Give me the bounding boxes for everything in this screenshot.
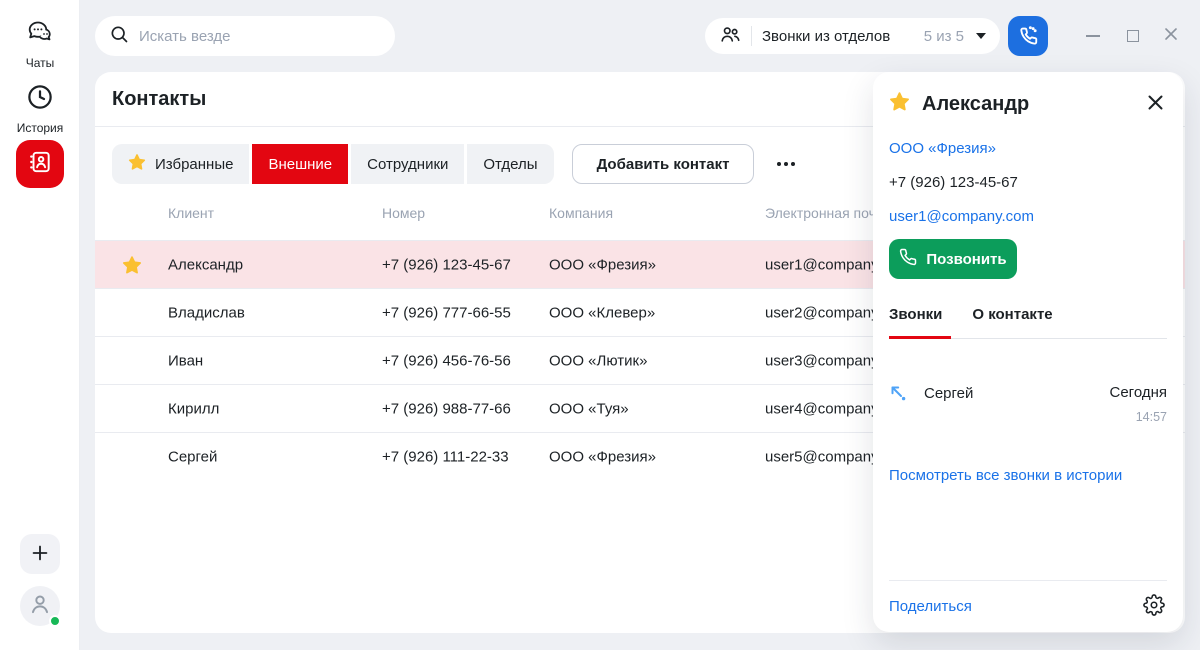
- contact-company-link[interactable]: ООО «Фрезия»: [889, 140, 1167, 157]
- gear-icon: [1143, 594, 1165, 619]
- sidebar: Чаты История: [0, 0, 80, 650]
- divider: [751, 26, 752, 46]
- column-header-company: Компания: [549, 205, 613, 221]
- chevron-down-icon: [976, 33, 986, 39]
- panel-close-button[interactable]: [1143, 92, 1167, 116]
- page-title: Контакты: [112, 88, 206, 111]
- filter-tab-group: Избранные Внешние Сотрудники Отделы: [112, 144, 554, 184]
- contact-phone: +7 (926) 123-45-67: [889, 174, 1167, 191]
- star-icon: [122, 255, 142, 275]
- cell-company: ООО «Туя»: [549, 400, 629, 417]
- cell-client: Сергей: [168, 448, 217, 465]
- tab-label: Внешние: [268, 156, 332, 173]
- sidebar-item-label: Чаты: [26, 56, 55, 70]
- minimize-icon: [1086, 35, 1100, 37]
- column-header-email: Электронная почта: [765, 205, 890, 221]
- new-call-button[interactable]: [1008, 16, 1048, 56]
- dropdown-selected-label: Звонки из отделов: [762, 28, 890, 45]
- contact-book-icon: [27, 149, 53, 180]
- calls-source-dropdown[interactable]: Звонки из отделов 5 из 5: [705, 18, 1000, 54]
- tab-external[interactable]: Внешние: [252, 144, 348, 184]
- sidebar-item-label: История: [17, 121, 64, 135]
- sidebar-item-contacts-active[interactable]: [16, 140, 64, 188]
- tab-departments[interactable]: Отделы: [467, 144, 553, 184]
- tab-label: Избранные: [155, 156, 233, 173]
- cell-number: +7 (926) 988-77-66: [382, 400, 511, 417]
- cell-company: ООО «Фрезия»: [549, 256, 656, 273]
- star-icon[interactable]: [889, 91, 910, 117]
- tab-favorites[interactable]: Избранные: [112, 144, 249, 184]
- cell-company: ООО «Клевер»: [549, 304, 655, 321]
- tab-employees[interactable]: Сотрудники: [351, 144, 464, 184]
- online-status-dot: [49, 615, 61, 627]
- star-icon: [128, 153, 146, 175]
- tab-label: Отделы: [483, 156, 537, 173]
- contact-detail-header: Александр: [889, 91, 1167, 117]
- sidebar-item-chats[interactable]: Чаты: [0, 17, 80, 70]
- more-options-button[interactable]: [768, 144, 804, 184]
- contact-name: Александр: [922, 93, 1029, 116]
- cell-number: +7 (926) 777-66-55: [382, 304, 511, 321]
- maximize-button[interactable]: [1124, 28, 1142, 44]
- panel-tabs: Звонки О контакте: [889, 306, 1167, 323]
- cell-number: +7 (926) 111-22-33: [382, 448, 509, 465]
- cell-client: Кирилл: [168, 400, 219, 417]
- contact-email-link[interactable]: user1@company.com: [889, 208, 1167, 225]
- maximize-icon: [1127, 30, 1139, 42]
- cell-company: ООО «Фрезия»: [549, 448, 656, 465]
- minimize-button[interactable]: [1084, 28, 1102, 44]
- cell-client: Владислав: [168, 304, 245, 321]
- active-tab-indicator: [889, 336, 951, 339]
- view-all-calls-link[interactable]: Посмотреть все звонки в истории: [889, 467, 1167, 484]
- contact-detail-panel: Александр ООО «Фрезия» +7 (926) 123-45-6…: [873, 72, 1183, 632]
- add-button[interactable]: [20, 534, 60, 574]
- call-button-label: Позвонить: [926, 251, 1006, 268]
- call-time: 14:57: [1110, 410, 1168, 424]
- ellipsis-icon: [777, 162, 781, 166]
- call-button[interactable]: Позвонить: [889, 239, 1017, 279]
- search-input[interactable]: [139, 28, 381, 45]
- column-header-number: Номер: [382, 205, 425, 221]
- tab-about-contact[interactable]: О контакте: [972, 306, 1052, 323]
- share-link[interactable]: Поделиться: [889, 598, 972, 615]
- phone-icon: [899, 248, 917, 270]
- call-log-item[interactable]: Сергей Сегодня 14:57: [889, 384, 1167, 424]
- history-icon: [25, 82, 55, 117]
- cell-company: ООО «Лютик»: [549, 352, 647, 369]
- panel-footer: Поделиться: [889, 580, 1167, 632]
- cell-client: Иван: [168, 352, 203, 369]
- call-meta: Сегодня 14:57: [1110, 384, 1168, 424]
- close-icon: [1146, 93, 1165, 115]
- cell-client: Александр: [168, 256, 243, 273]
- tab-calls[interactable]: Звонки: [889, 306, 942, 323]
- cell-number: +7 (926) 123-45-67: [382, 256, 511, 273]
- tab-label: Сотрудники: [367, 156, 448, 173]
- sidebar-item-history[interactable]: История: [0, 82, 80, 135]
- column-header-client: Клиент: [168, 205, 214, 221]
- plus-icon: [29, 542, 51, 567]
- window-close-button[interactable]: [1162, 28, 1180, 44]
- search-icon: [109, 24, 129, 49]
- search-bar[interactable]: [95, 16, 395, 56]
- settings-button[interactable]: [1141, 594, 1167, 620]
- call-date: Сегодня: [1110, 384, 1168, 401]
- tab-underline: [889, 336, 1167, 339]
- dropdown-count: 5 из 5: [924, 28, 964, 45]
- close-icon: [1163, 26, 1179, 47]
- add-contact-button[interactable]: Добавить контакт: [572, 144, 755, 184]
- avatar[interactable]: [20, 586, 60, 626]
- cell-number: +7 (926) 456-76-56: [382, 352, 511, 369]
- call-contact-name: Сергей: [924, 385, 973, 402]
- incoming-call-icon: [889, 384, 907, 407]
- phone-ringing-icon: [1017, 24, 1039, 49]
- chats-icon: [25, 17, 55, 52]
- people-icon: [719, 23, 741, 50]
